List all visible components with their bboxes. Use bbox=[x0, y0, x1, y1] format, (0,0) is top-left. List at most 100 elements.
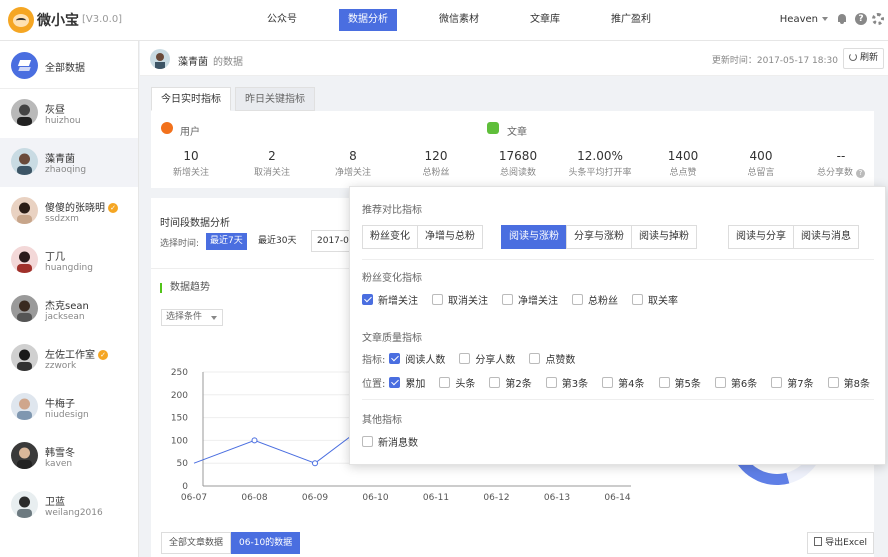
sidebar-item-name: 左佐工作室 ✓ bbox=[45, 346, 108, 361]
nav-item-0[interactable]: 公众号 bbox=[258, 9, 306, 31]
segment-2-0[interactable]: 阅读与分享 bbox=[728, 225, 794, 249]
tab-0[interactable]: 今日实时指标 bbox=[151, 87, 231, 111]
avatar bbox=[11, 491, 38, 518]
tab-date-data[interactable]: 06-10的数据 bbox=[231, 532, 301, 554]
help-icon[interactable]: ? bbox=[855, 13, 867, 25]
x-tick-label: 06-12 bbox=[483, 493, 509, 503]
logo-icon[interactable] bbox=[8, 7, 34, 33]
sidebar-item-kaven[interactable]: 韩雪冬 kaven bbox=[0, 432, 138, 481]
checkbox-box[interactable] bbox=[545, 377, 557, 388]
refresh-button[interactable]: 刷新 bbox=[842, 48, 884, 69]
checkbox-box[interactable] bbox=[439, 377, 451, 388]
checkbox-box[interactable] bbox=[658, 377, 670, 388]
checkbox-第6条[interactable]: 第6条 bbox=[714, 375, 757, 390]
range-7days-button[interactable]: 最近7天 bbox=[206, 233, 247, 250]
checkbox-总粉丝[interactable]: 总粉丝 bbox=[572, 292, 618, 307]
segment-1-2[interactable]: 阅读与掉粉 bbox=[631, 225, 697, 249]
user-name: Heaven bbox=[779, 14, 818, 25]
sidebar-item-weilang2016[interactable]: 卫蓝 weilang2016 bbox=[0, 481, 138, 530]
chevron-down-icon bbox=[822, 17, 828, 21]
user-icon bbox=[161, 122, 173, 134]
nav-item-4[interactable]: 推广盈利 bbox=[602, 9, 660, 31]
checkbox-阅读人数[interactable]: 阅读人数 bbox=[389, 351, 445, 366]
checkbox-第3条[interactable]: 第3条 bbox=[545, 375, 589, 390]
tab-all-articles[interactable]: 全部文章数据 bbox=[161, 532, 232, 554]
stat-value: 400 bbox=[749, 149, 773, 163]
range-30days-button[interactable]: 最近30天 bbox=[254, 233, 300, 250]
gear-icon[interactable] bbox=[872, 13, 884, 25]
stat-label: 总留言 bbox=[723, 165, 799, 178]
stat-user-3: 120 总粉丝 bbox=[406, 149, 466, 178]
checkbox-box[interactable] bbox=[529, 353, 541, 364]
stat-article-3: 400 总留言 bbox=[723, 149, 799, 178]
checkbox-box[interactable] bbox=[432, 294, 443, 305]
sidebar-item-name: 杰克sean bbox=[45, 301, 89, 312]
checkbox-头条[interactable]: 头条 bbox=[439, 375, 475, 390]
checkbox-box[interactable] bbox=[389, 353, 401, 364]
sidebar-item-name: 丁几 bbox=[45, 252, 65, 263]
checkbox-box[interactable] bbox=[771, 377, 783, 388]
checkbox-第5条[interactable]: 第5条 bbox=[658, 375, 701, 390]
sidebar-item-huangding[interactable]: 丁几 huangding bbox=[0, 236, 138, 285]
checkbox-第8条[interactable]: 第8条 bbox=[827, 375, 870, 390]
sidebar-item-zhaoqing[interactable]: 藻青菌 zhaoqing bbox=[0, 138, 138, 187]
sidebar-item-id: zhaoqing bbox=[45, 165, 87, 175]
checkbox-box[interactable] bbox=[632, 294, 643, 305]
tab-1[interactable]: 昨日关键指标 bbox=[235, 87, 315, 111]
checkbox-box[interactable] bbox=[362, 436, 373, 447]
segment-1-0[interactable]: 阅读与涨粉 bbox=[501, 225, 567, 249]
checkbox-label: 总粉丝 bbox=[588, 296, 618, 307]
segment-0-0[interactable]: 粉丝变化 bbox=[362, 225, 418, 249]
checkbox-label: 第5条 bbox=[674, 379, 701, 390]
checkbox-新增关注[interactable]: 新增关注 bbox=[362, 292, 418, 307]
nav-item-3[interactable]: 文章库 bbox=[521, 9, 569, 31]
nav-item-1[interactable]: 数据分析 bbox=[339, 9, 397, 31]
help-icon[interactable]: ? bbox=[856, 169, 865, 178]
segment-1-1[interactable]: 分享与涨粉 bbox=[566, 225, 632, 249]
sidebar-item-zzwork[interactable]: 左佐工作室 ✓ zzwork bbox=[0, 334, 138, 383]
checkbox-box[interactable] bbox=[572, 294, 583, 305]
checkbox-第4条[interactable]: 第4条 bbox=[602, 375, 645, 390]
checkbox-box[interactable] bbox=[602, 377, 614, 388]
checkbox-box[interactable] bbox=[362, 294, 373, 305]
nav-item-2[interactable]: 微信素材 bbox=[430, 9, 488, 31]
export-excel-button[interactable]: 导出Excel bbox=[807, 532, 874, 554]
stat-article-2: 1400 总点赞 bbox=[645, 149, 721, 178]
sidebar-item-niudesign[interactable]: 牛梅子 niudesign bbox=[0, 383, 138, 432]
checkbox-新消息数[interactable]: 新消息数 bbox=[362, 434, 418, 449]
checkbox-第7条[interactable]: 第7条 bbox=[771, 375, 814, 390]
checkbox-取关率[interactable]: 取关率 bbox=[632, 292, 678, 307]
segment-group-2: 阅读与分享 阅读与消息 bbox=[728, 225, 859, 249]
checkbox-box[interactable] bbox=[502, 294, 513, 305]
segment-2-1[interactable]: 阅读与消息 bbox=[793, 225, 859, 249]
sidebar-item-all[interactable]: 全部数据 bbox=[0, 41, 138, 89]
segment-0-1[interactable]: 净增与总粉 bbox=[417, 225, 483, 249]
data-point[interactable] bbox=[312, 460, 318, 467]
user-menu[interactable]: Heaven bbox=[780, 14, 828, 25]
checkbox-label: 新消息数 bbox=[378, 438, 418, 449]
data-point[interactable] bbox=[251, 437, 258, 444]
checkbox-分享人数[interactable]: 分享人数 bbox=[459, 351, 515, 366]
checkbox-第2条[interactable]: 第2条 bbox=[489, 375, 532, 390]
checkbox-点赞数[interactable]: 点赞数 bbox=[529, 351, 575, 366]
checkbox-box[interactable] bbox=[489, 377, 501, 388]
sidebar-item-name: 卫蓝 bbox=[45, 497, 65, 508]
checkbox-label: 第3条 bbox=[561, 379, 589, 390]
bell-icon[interactable] bbox=[836, 13, 848, 25]
divider bbox=[362, 399, 874, 400]
checkbox-box[interactable] bbox=[459, 353, 471, 364]
sidebar-item-id: huizhou bbox=[45, 116, 81, 126]
checkbox-净增关注[interactable]: 净增关注 bbox=[502, 292, 558, 307]
sidebar-item-huizhou[interactable]: 灰昼 huizhou bbox=[0, 89, 138, 138]
export-icon bbox=[814, 537, 823, 546]
checkbox-取消关注[interactable]: 取消关注 bbox=[432, 292, 488, 307]
checkbox-box[interactable] bbox=[389, 377, 401, 388]
main-nav: 公众号 数据分析 微信素材 文章库 推广盈利 bbox=[258, 9, 693, 31]
checkbox-累加[interactable]: 累加 bbox=[389, 375, 425, 390]
checkbox-box[interactable] bbox=[827, 377, 839, 388]
stat-user-0: 10 新增关注 bbox=[161, 149, 221, 178]
checkbox-box[interactable] bbox=[714, 377, 726, 388]
sidebar-item-id: niudesign bbox=[45, 410, 89, 420]
sidebar-item-ssdzxm[interactable]: 傻傻的张晓明 ✓ ssdzxm bbox=[0, 187, 138, 236]
sidebar-item-jacksean[interactable]: 杰克sean jacksean bbox=[0, 285, 138, 334]
